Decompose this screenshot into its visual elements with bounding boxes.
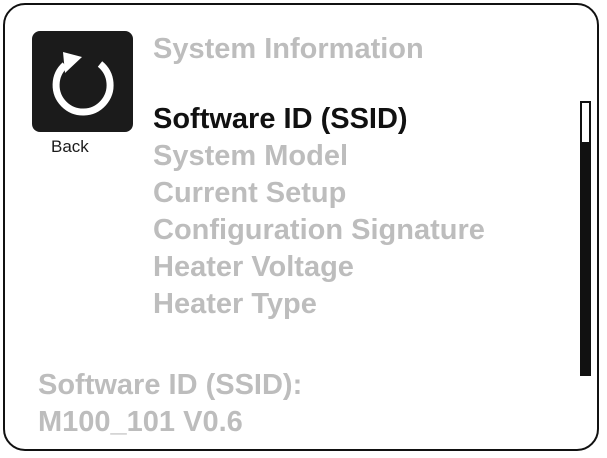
scrollbar-thumb[interactable] (582, 103, 589, 142)
menu-item-configuration-signature[interactable]: Configuration Signature (153, 212, 485, 249)
detail-label: Software ID (SSID): (38, 369, 303, 401)
scrollbar[interactable] (580, 101, 591, 376)
menu-item-current-setup[interactable]: Current Setup (153, 175, 485, 212)
detail-value: M100_101 V0.6 (38, 406, 243, 438)
refresh-back-icon (52, 52, 114, 116)
back-button[interactable] (32, 31, 133, 132)
back-label: Back (51, 137, 89, 156)
menu-item-heater-voltage[interactable]: Heater Voltage (153, 249, 485, 286)
menu-item-software-id[interactable]: Software ID (SSID) (153, 101, 485, 138)
menu-list: Software ID (SSID) System Model Current … (153, 101, 485, 323)
menu-item-system-model[interactable]: System Model (153, 138, 485, 175)
menu-item-heater-type[interactable]: Heater Type (153, 286, 485, 323)
section-title: System Information (153, 33, 424, 65)
display-screen: Back System Information Software ID (SSI… (3, 3, 599, 451)
